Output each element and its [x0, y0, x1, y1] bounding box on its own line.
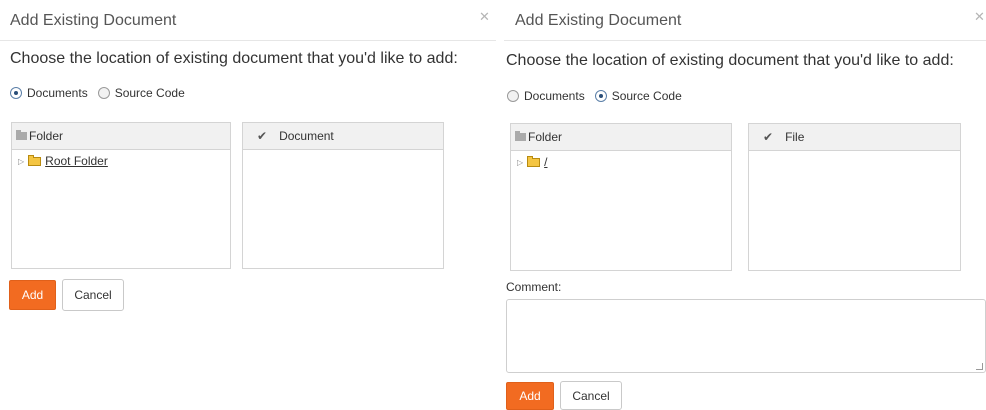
- expand-triangle-icon[interactable]: ▷: [517, 158, 523, 167]
- tree-item[interactable]: ▷ /: [511, 153, 731, 171]
- header-divider: [0, 40, 496, 41]
- document-panel: ✔ Document: [242, 122, 444, 269]
- folder-icon: [16, 130, 27, 140]
- header-divider: [504, 40, 986, 41]
- source-radio-group: Documents Source Code: [507, 89, 692, 103]
- resize-grip-icon[interactable]: [976, 363, 983, 370]
- file-panel-header: ✔ File: [749, 124, 960, 151]
- dialog-title: Add Existing Document: [10, 12, 177, 29]
- document-header-label: Document: [279, 129, 334, 143]
- add-button[interactable]: Add: [506, 382, 554, 410]
- add-button[interactable]: Add: [9, 280, 56, 310]
- location-prompt: Choose the location of existing document…: [10, 50, 458, 67]
- folder-header-label: Folder: [29, 129, 64, 143]
- folder-header-label: Folder: [528, 130, 563, 144]
- source-code-radio[interactable]: [97, 87, 110, 99]
- source-code-radio[interactable]: [594, 90, 607, 102]
- folder-icon: [28, 154, 42, 166]
- file-panel: ✔ File: [748, 123, 961, 271]
- folder-icon: [527, 155, 541, 167]
- cancel-button[interactable]: Cancel: [560, 381, 622, 410]
- source-code-radio-label[interactable]: Source Code: [115, 86, 185, 100]
- folder-panel-header: Folder: [511, 124, 731, 151]
- documents-radio[interactable]: [10, 87, 22, 99]
- folder-panel: Folder ▷ Root Folder: [11, 122, 231, 269]
- expand-triangle-icon[interactable]: ▷: [18, 157, 24, 166]
- location-prompt: Choose the location of existing document…: [506, 52, 954, 69]
- comment-textarea[interactable]: [506, 299, 986, 373]
- comment-label: Comment:: [506, 280, 562, 294]
- add-document-dialog-documents: Add Existing Document ✕ Choose the locat…: [0, 0, 496, 408]
- close-icon[interactable]: ✕: [479, 9, 490, 25]
- checkmark-icon: ✔: [763, 130, 774, 144]
- dialog-title: Add Existing Document: [515, 12, 682, 29]
- documents-radio-label[interactable]: Documents: [524, 89, 585, 103]
- documents-radio[interactable]: [507, 90, 519, 102]
- source-radio-group: Documents Source Code: [10, 86, 195, 100]
- folder-panel: Folder ▷ /: [510, 123, 732, 271]
- source-code-radio-label[interactable]: Source Code: [612, 89, 682, 103]
- folder-icon: [515, 131, 526, 141]
- add-document-dialog-source-code: Add Existing Document ✕ Choose the locat…: [496, 0, 986, 410]
- tree-item-label[interactable]: /: [544, 155, 547, 169]
- documents-radio-label[interactable]: Documents: [27, 86, 88, 100]
- tree-item[interactable]: ▷ Root Folder: [12, 152, 230, 170]
- document-panel-header: ✔ Document: [243, 123, 443, 150]
- file-header-label: File: [785, 130, 805, 144]
- cancel-button[interactable]: Cancel: [62, 279, 124, 311]
- checkmark-icon: ✔: [257, 129, 268, 143]
- close-icon[interactable]: ✕: [974, 9, 985, 25]
- folder-panel-header: Folder: [12, 123, 230, 150]
- tree-item-label[interactable]: Root Folder: [45, 154, 108, 168]
